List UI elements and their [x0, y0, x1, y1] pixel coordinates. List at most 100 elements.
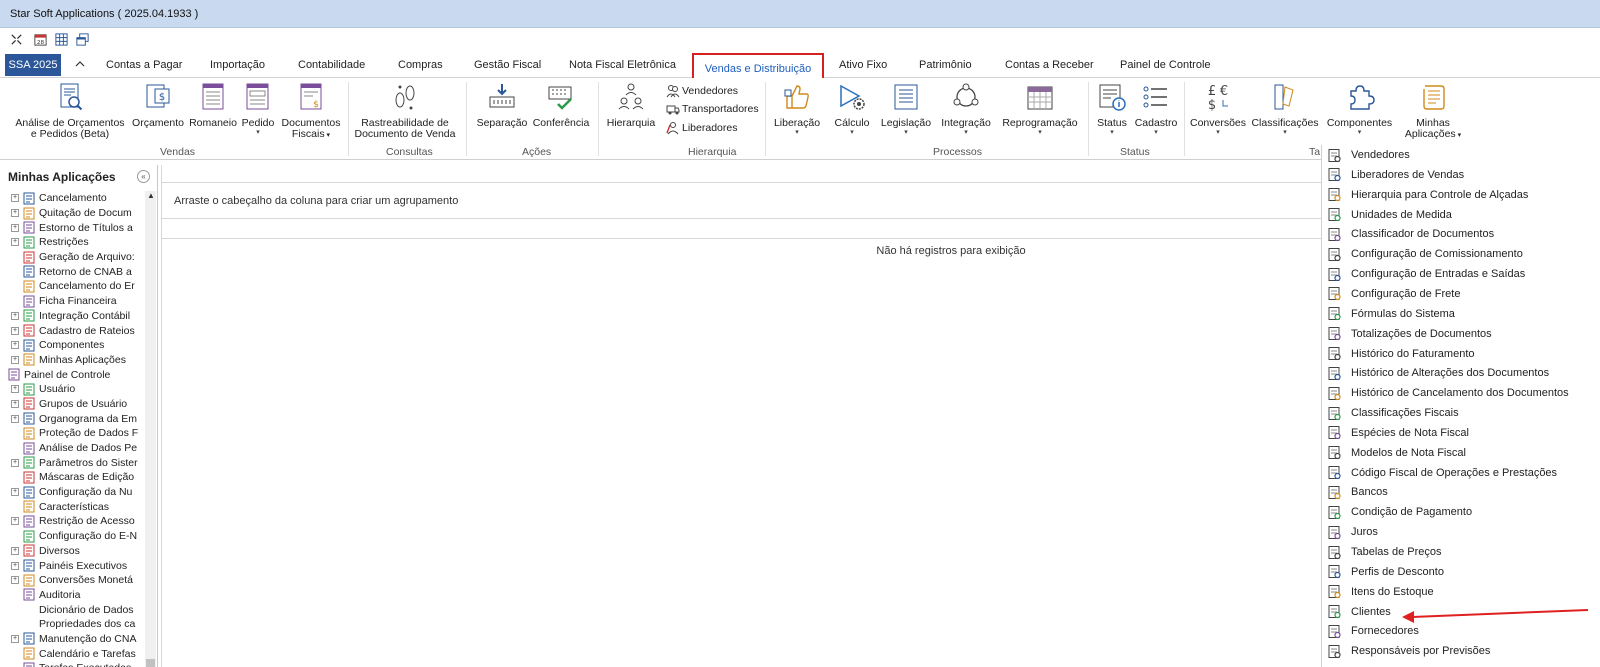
- componentes-button[interactable]: Componentes ▾: [1322, 80, 1397, 137]
- sidebar-item[interactable]: + Diversos: [4, 544, 144, 559]
- sidebar-item[interactable]: + Cancelamento: [4, 191, 144, 206]
- sidebar-item[interactable]: + Cadastro de Rateios: [4, 323, 144, 338]
- expand-icon[interactable]: +: [11, 561, 19, 570]
- liberacao-button[interactable]: Liberação ▾: [770, 80, 824, 137]
- sidebar-item[interactable]: Análise de Dados Pe: [4, 441, 144, 456]
- sidebar-item[interactable]: + Organograma da Em: [4, 411, 144, 426]
- menu-item[interactable]: Bancos: [1322, 482, 1600, 502]
- expand-icon[interactable]: +: [11, 576, 19, 585]
- sidebar-item[interactable]: + Parâmetros do Sister: [4, 455, 144, 470]
- integracao-button[interactable]: Integração ▾: [936, 80, 996, 137]
- sidebar-item[interactable]: Calendário e Tarefas: [4, 646, 144, 661]
- sidebar-item[interactable]: + Manutenção do CNA: [4, 632, 144, 647]
- expand-icon[interactable]: +: [11, 311, 19, 320]
- sidebar-item[interactable]: Auditoria: [4, 588, 144, 603]
- collapse-ribbon-icon[interactable]: [72, 56, 88, 72]
- status-button[interactable]: Status ▾: [1094, 80, 1130, 137]
- menu-item[interactable]: Condição de Pagamento: [1322, 502, 1600, 522]
- sidebar-item[interactable]: Propriedades dos ca: [4, 617, 144, 632]
- tab-contas-a-pagar[interactable]: Contas a Pagar: [106, 59, 182, 71]
- vendedores-small-button[interactable]: Vendedores: [666, 84, 738, 98]
- menu-item[interactable]: Código Fiscal de Operações e Prestações: [1322, 463, 1600, 483]
- sidebar-item[interactable]: Configuração do E-N: [4, 529, 144, 544]
- separacao-button[interactable]: Separação: [474, 80, 530, 129]
- expand-icon[interactable]: +: [11, 341, 19, 350]
- transportadores-small-button[interactable]: Transportadores: [666, 102, 759, 116]
- sidebar-item[interactable]: + Grupos de Usuário: [4, 397, 144, 412]
- scroll-up-icon[interactable]: ▲: [147, 191, 155, 200]
- group-panel[interactable]: Arraste o cabeçalho da coluna para criar…: [161, 183, 1321, 219]
- menu-item[interactable]: Responsáveis por Previsões: [1322, 641, 1600, 661]
- sidebar-item[interactable]: Cancelamento do Er: [4, 279, 144, 294]
- sidebar-item[interactable]: Proteção de Dados F: [4, 426, 144, 441]
- expand-icon[interactable]: +: [11, 488, 19, 497]
- hierarquia-button[interactable]: Hierarquia: [604, 80, 658, 129]
- tab-contabilidade[interactable]: Contabilidade: [298, 59, 365, 71]
- tab-patrimonio[interactable]: Patrimônio: [919, 59, 972, 71]
- documentos-fiscais-button[interactable]: $ Documentos Fiscais ▾: [276, 80, 346, 141]
- sidebar-item[interactable]: + Painéis Executivos: [4, 558, 144, 573]
- sidebar-item[interactable]: Geração de Arquivo:: [4, 250, 144, 265]
- expand-icon[interactable]: +: [11, 546, 19, 555]
- sidebar-item[interactable]: + Minhas Aplicações: [4, 353, 144, 368]
- sidebar-item[interactable]: + Integração Contábil: [4, 309, 144, 324]
- expand-icon[interactable]: +: [11, 458, 19, 467]
- romaneio-button[interactable]: Romaneio: [186, 80, 240, 129]
- conferencia-button[interactable]: Conferência: [530, 80, 592, 129]
- windows-icon[interactable]: [74, 31, 90, 47]
- menu-item[interactable]: Liberadores de Vendas: [1322, 165, 1600, 185]
- expand-icon[interactable]: +: [11, 385, 19, 394]
- menu-item[interactable]: Configuração de Comissionamento: [1322, 244, 1600, 264]
- menu-item[interactable]: Tabelas de Preços: [1322, 542, 1600, 562]
- rastreabilidade-button[interactable]: Rastreabilidade de Documento de Venda: [350, 80, 460, 140]
- sidebar-item[interactable]: + Restrição de Acesso: [4, 514, 144, 529]
- menu-item[interactable]: Histórico de Cancelamento dos Documentos: [1322, 383, 1600, 403]
- menu-item[interactable]: Classificador de Documentos: [1322, 224, 1600, 244]
- expand-icon[interactable]: +: [11, 238, 19, 247]
- expand-icon[interactable]: +: [11, 517, 19, 526]
- sidebar-item[interactable]: + Quitação de Docum: [4, 206, 144, 221]
- pedido-button[interactable]: Pedido ▾: [238, 80, 278, 137]
- menu-item[interactable]: Totalizações de Documentos: [1322, 324, 1600, 344]
- conversoes-button[interactable]: £ € $ Conversões ▾: [1188, 80, 1248, 137]
- tab-importacao[interactable]: Importação: [210, 59, 265, 71]
- menu-item[interactable]: Modelos de Nota Fiscal: [1322, 443, 1600, 463]
- expand-icon[interactable]: +: [11, 414, 19, 423]
- expand-icon[interactable]: +: [11, 209, 19, 218]
- file-tab[interactable]: SSA 2025: [5, 54, 61, 76]
- liberadores-small-button[interactable]: Liberadores: [666, 121, 737, 135]
- sidebar-item[interactable]: + Estorno de Títulos a: [4, 220, 144, 235]
- reprogramacao-button[interactable]: Reprogramação ▾: [1000, 80, 1080, 137]
- grid-icon[interactable]: [53, 31, 69, 47]
- expand-icon[interactable]: [8, 31, 24, 47]
- expand-icon[interactable]: +: [11, 634, 19, 643]
- tab-contas-a-receber[interactable]: Contas a Receber: [1005, 59, 1094, 71]
- sidebar-item[interactable]: Painel de Controle: [4, 367, 144, 382]
- sidebar-item[interactable]: Tarefas Executadas: [4, 661, 144, 667]
- classificacoes-button[interactable]: Classificações ▾: [1250, 80, 1320, 137]
- sidebar-item[interactable]: + Restrições: [4, 235, 144, 250]
- sidebar-item[interactable]: + Configuração da Nu: [4, 485, 144, 500]
- menu-item[interactable]: Configuração de Frete: [1322, 284, 1600, 304]
- tab-ativo-fixo[interactable]: Ativo Fixo: [839, 59, 887, 71]
- minhas-aplicacoes-button[interactable]: Minhas Aplicações ▾: [1398, 80, 1468, 141]
- menu-item[interactable]: Fórmulas do Sistema: [1322, 304, 1600, 324]
- menu-item[interactable]: Juros: [1322, 522, 1600, 542]
- orcamento-button[interactable]: $ Orçamento: [128, 80, 188, 129]
- menu-item[interactable]: Hierarquia para Controle de Alçadas: [1322, 185, 1600, 205]
- menu-item[interactable]: Histórico de Alterações dos Documentos: [1322, 363, 1600, 383]
- expand-icon[interactable]: +: [11, 399, 19, 408]
- tab-gestao-fiscal[interactable]: Gestão Fiscal: [474, 59, 541, 71]
- sidebar-item[interactable]: Ficha Financeira: [4, 294, 144, 309]
- menu-item[interactable]: Configuração de Entradas e Saídas: [1322, 264, 1600, 284]
- sidebar-item[interactable]: + Componentes: [4, 338, 144, 353]
- menu-item[interactable]: Perfis de Desconto: [1322, 562, 1600, 582]
- analise-orcamentos-button[interactable]: Análise de Orçamentos e Pedidos (Beta): [10, 80, 130, 140]
- menu-item[interactable]: Classificações Fiscais: [1322, 403, 1600, 423]
- menu-item[interactable]: Unidades de Medida: [1322, 205, 1600, 225]
- sidebar-item[interactable]: Máscaras de Edição: [4, 470, 144, 485]
- menu-item[interactable]: Vendedores: [1322, 145, 1600, 165]
- tab-painel-de-controle[interactable]: Painel de Controle: [1120, 59, 1211, 71]
- expand-icon[interactable]: +: [11, 194, 19, 203]
- expand-icon[interactable]: +: [11, 326, 19, 335]
